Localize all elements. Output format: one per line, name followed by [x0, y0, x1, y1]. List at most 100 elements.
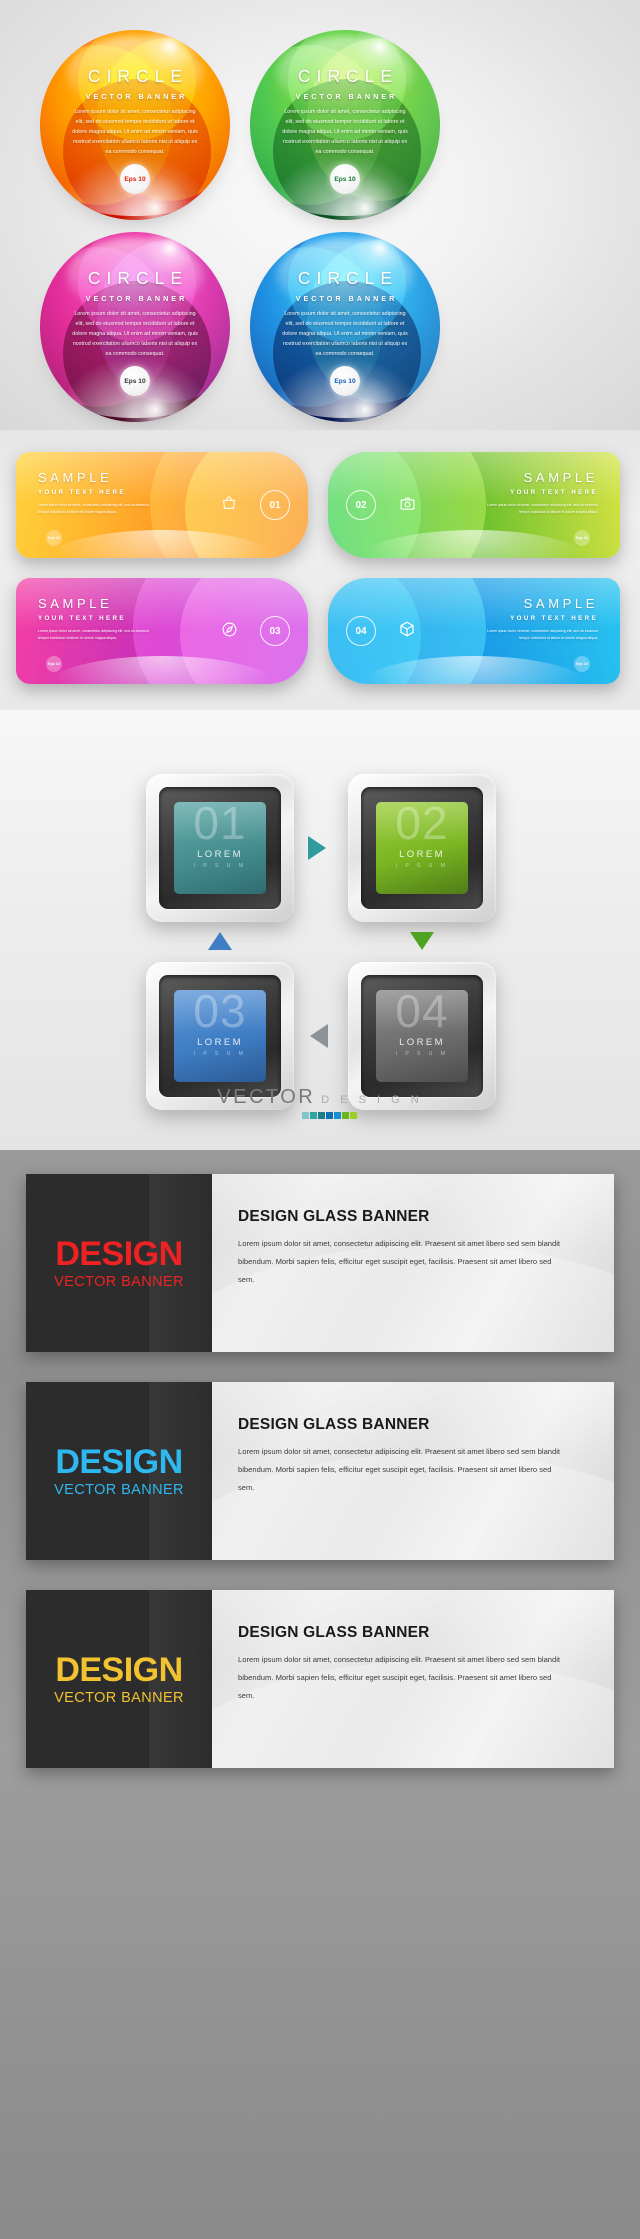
circle-banner-green[interactable]: CIRCLE VECTOR BANNER Lorem ipsum dolor s… [250, 30, 440, 220]
tile-04: 04 LOREM I P S U M [375, 989, 469, 1083]
square-sublabel: I P S U M [193, 863, 247, 869]
square-sublabel: I P S U M [395, 1051, 449, 1057]
eps-badge: Eps 10 [330, 366, 360, 396]
vector-design-logo: VECTOR D E S I G N [0, 1086, 640, 1119]
camera-icon [390, 486, 424, 520]
inner-bezel: 01 LOREM I P S U M [159, 787, 281, 909]
square-number-01: 01 [193, 801, 247, 849]
banner-content-panel: DESIGN GLASS BANNER Lorem ipsum dolor si… [212, 1590, 614, 1768]
eps-badge: Eps 10 [574, 530, 590, 546]
square-label: LOREM [197, 1037, 243, 1048]
square-label: LOREM [399, 1037, 445, 1048]
orb-title: CIRCLE [87, 66, 189, 86]
sample-subtitle: YOUR TEXT HERE [510, 615, 598, 622]
inner-bezel: 04 LOREM I P S U M [361, 975, 483, 1097]
banner-title: DESIGN [55, 1442, 183, 1481]
logo-color-bars [301, 1112, 357, 1119]
inner-bezel: 02 LOREM I P S U M [361, 787, 483, 909]
square-sublabel: I P S U M [395, 863, 449, 869]
arrow-up-icon [208, 932, 232, 950]
sample-subtitle: YOUR TEXT HERE [510, 489, 598, 496]
sample-subtitle: YOUR TEXT HERE [38, 489, 126, 496]
sample-body-text: Lorem ipsum dolor sit amet, consectetur … [487, 503, 598, 514]
banner-body-text: Lorem ipsum dolor sit amet, consectetur … [238, 1655, 561, 1700]
tile-02: 02 LOREM I P S U M [375, 801, 469, 895]
banner-subtitle: VECTOR BANNER [54, 1481, 184, 1498]
eps-badge: Eps 10 [120, 366, 150, 396]
glass-square-02[interactable]: 02 LOREM I P S U M [348, 774, 496, 922]
logo-vector-text: VECTOR [217, 1086, 316, 1108]
compass-icon [212, 612, 246, 646]
tile-01: 01 LOREM I P S U M [173, 801, 267, 895]
banner-logo-panel: DESIGN VECTOR BANNER [26, 1590, 212, 1768]
orb-body-text: Lorem ipsum dolor sit amet, consectetur … [282, 109, 408, 155]
banner-title: DESIGN [55, 1234, 183, 1273]
design-glass-banner-yellow[interactable]: DESIGN VECTOR BANNER DESIGN GLASS BANNER… [26, 1590, 614, 1768]
sample-number-01: 01 [260, 490, 290, 520]
circle-banners-section: CIRCLE VECTOR BANNER Lorem ipsum dolor s… [0, 0, 640, 430]
sample-title: SAMPLE [38, 596, 113, 611]
sample-text-block: SAMPLE YOUR TEXT HERE Lorem ipsum dolor … [38, 470, 158, 515]
orb-title: CIRCLE [297, 66, 399, 86]
square-number-03: 03 [193, 989, 247, 1037]
square-number-02: 02 [395, 801, 449, 849]
banner-heading: DESIGN GLASS BANNER [238, 1624, 430, 1641]
eps-badge: Eps 10 [46, 656, 62, 672]
square-label: LOREM [399, 849, 445, 860]
banner-subtitle: VECTOR BANNER [54, 1689, 184, 1706]
arrow-down-icon [410, 932, 434, 950]
tile-03: 03 LOREM I P S U M [173, 989, 267, 1083]
orb-title: CIRCLE [87, 268, 189, 288]
eps-badge: Eps 10 [46, 530, 62, 546]
banner-logo-panel: DESIGN VECTOR BANNER [26, 1382, 212, 1560]
square-number-04: 04 [395, 989, 449, 1037]
sample-body-text: Lorem ipsum dolor sit amet, consectetur … [38, 629, 149, 640]
circle-banner-blue[interactable]: CIRCLE VECTOR BANNER Lorem ipsum dolor s… [250, 232, 440, 422]
bag-icon [212, 486, 246, 520]
sample-number-03: 03 [260, 616, 290, 646]
sample-banner-02[interactable]: SAMPLE YOUR TEXT HERE Lorem ipsum dolor … [328, 452, 620, 558]
eps-badge: Eps 10 [574, 656, 590, 672]
orb-subtitle: VECTOR BANNER [295, 92, 398, 101]
banner-title: DESIGN [55, 1650, 183, 1689]
cube-icon [390, 612, 424, 646]
banner-body-text: Lorem ipsum dolor sit amet, consectetur … [238, 1447, 561, 1492]
orb-body-text: Lorem ipsum dolor sit amet, consectetur … [72, 109, 198, 155]
banner-logo-panel: DESIGN VECTOR BANNER [26, 1174, 212, 1352]
eps-badge: Eps 10 [120, 164, 150, 194]
banner-heading: DESIGN GLASS BANNER [238, 1208, 430, 1225]
sample-title: SAMPLE [523, 596, 598, 611]
sample-banner-01[interactable]: SAMPLE YOUR TEXT HERE Lorem ipsum dolor … [16, 452, 308, 558]
sample-body-text: Lorem ipsum dolor sit amet, consectetur … [38, 503, 149, 514]
sample-subtitle: YOUR TEXT HERE [38, 615, 126, 622]
sample-banners-section: SAMPLE YOUR TEXT HERE Lorem ipsum dolor … [0, 430, 640, 710]
sample-body-text: Lorem ipsum dolor sit amet, consectetur … [487, 629, 598, 640]
glass-squares-section: 01 LOREM I P S U M 02 LOREM I P S U M 03… [0, 710, 640, 1150]
sample-banner-04[interactable]: SAMPLE YOUR TEXT HERE Lorem ipsum dolor … [328, 578, 620, 684]
orb-body-text: Lorem ipsum dolor sit amet, consectetur … [282, 311, 408, 357]
banner-body-text: Lorem ipsum dolor sit amet, consectetur … [238, 1239, 561, 1284]
eps-badge: Eps 10 [330, 164, 360, 194]
sample-text-block: SAMPLE YOUR TEXT HERE Lorem ipsum dolor … [38, 596, 158, 641]
banner-content-panel: DESIGN GLASS BANNER Lorem ipsum dolor si… [212, 1174, 614, 1352]
design-glass-banner-blue[interactable]: DESIGN VECTOR BANNER DESIGN GLASS BANNER… [26, 1382, 614, 1560]
sample-title: SAMPLE [523, 470, 598, 485]
circle-banner-orange[interactable]: CIRCLE VECTOR BANNER Lorem ipsum dolor s… [40, 30, 230, 220]
arrow-left-icon [310, 1024, 328, 1048]
orb-subtitle: VECTOR BANNER [85, 92, 188, 101]
sample-number-04: 04 [346, 616, 376, 646]
sample-text-block: SAMPLE YOUR TEXT HERE Lorem ipsum dolor … [478, 470, 598, 515]
sample-number-02: 02 [346, 490, 376, 520]
orb-subtitle: VECTOR BANNER [85, 294, 188, 303]
logo-design-text: D E S I G N [321, 1094, 423, 1106]
orb-title: CIRCLE [297, 268, 399, 288]
design-glass-banners-section: DESIGN VECTOR BANNER DESIGN GLASS BANNER… [0, 1150, 640, 2239]
orb-body-text: Lorem ipsum dolor sit amet, consectetur … [72, 311, 198, 357]
glass-square-01[interactable]: 01 LOREM I P S U M [146, 774, 294, 922]
design-glass-banner-red[interactable]: DESIGN VECTOR BANNER DESIGN GLASS BANNER… [26, 1174, 614, 1352]
sample-title: SAMPLE [38, 470, 113, 485]
square-sublabel: I P S U M [193, 1051, 247, 1057]
circle-banner-pink[interactable]: CIRCLE VECTOR BANNER Lorem ipsum dolor s… [40, 232, 230, 422]
sample-text-block: SAMPLE YOUR TEXT HERE Lorem ipsum dolor … [478, 596, 598, 641]
sample-banner-03[interactable]: SAMPLE YOUR TEXT HERE Lorem ipsum dolor … [16, 578, 308, 684]
